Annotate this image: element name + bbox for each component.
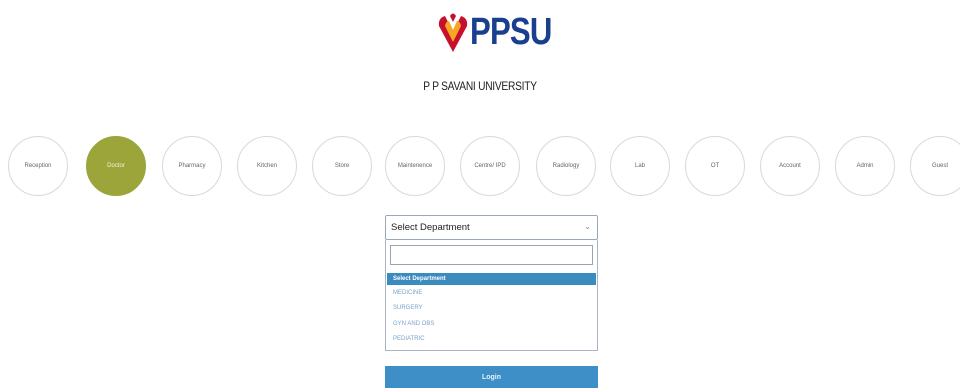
role-reception[interactable]: Reception (8, 136, 68, 196)
department-option-pediatric[interactable]: PEDIATRIC (387, 333, 596, 345)
chevron-down-icon: ⌄ (584, 222, 591, 231)
department-option-gyn-and-obs[interactable]: GYN AND OBS (387, 318, 596, 330)
role-store[interactable]: Store (312, 136, 372, 196)
role-account[interactable]: Account (760, 136, 820, 196)
department-select-value: Select Department (391, 222, 470, 233)
role-lab[interactable]: Lab (610, 136, 670, 196)
department-option-select-department[interactable]: Select Department (387, 273, 596, 285)
department-option-medicine[interactable]: MEDICINE (387, 287, 596, 299)
login-button[interactable]: Login (385, 366, 598, 388)
department-select[interactable]: Select Department ⌄ (385, 215, 598, 240)
role-doctor[interactable]: Doctor (86, 136, 146, 196)
department-option-surgery[interactable]: SURGERY (387, 302, 596, 314)
role-selector: Reception Doctor Pharmacy Kitchen Store … (0, 136, 960, 196)
role-kitchen[interactable]: Kitchen (237, 136, 297, 196)
role-ot[interactable]: OT (685, 136, 745, 196)
role-centre-ipd[interactable]: Centre/ IPD (460, 136, 520, 196)
role-radiology[interactable]: Radiology (536, 136, 596, 196)
role-maintenence[interactable]: Maintenence (385, 136, 445, 196)
department-dropdown: Select Department MEDICINE SURGERY GYN A… (385, 240, 598, 351)
role-admin[interactable]: Admin (835, 136, 895, 196)
role-guest[interactable]: Guest (910, 136, 960, 196)
department-search-input[interactable] (390, 245, 593, 265)
ppsu-emblem-icon (438, 13, 468, 52)
ppsu-logo: PPSU (428, 6, 552, 56)
logo-text: PPSU (470, 11, 552, 53)
university-name: P P SAVANI UNIVERSITY (423, 79, 537, 93)
role-pharmacy[interactable]: Pharmacy (162, 136, 222, 196)
